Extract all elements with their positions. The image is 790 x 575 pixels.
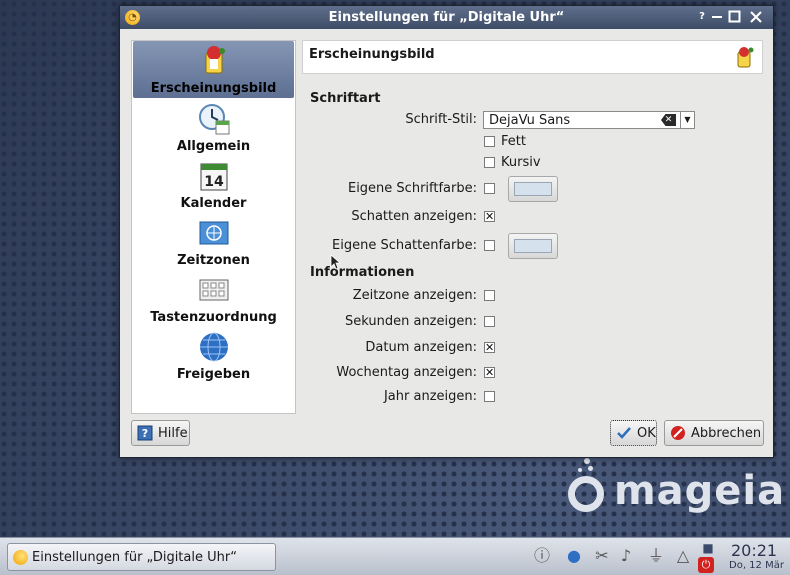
italic-checkbox[interactable] (484, 157, 495, 168)
sidebar-label: Kalender (180, 196, 247, 211)
clock-date[interactable]: Do, 12 Mär (729, 560, 784, 571)
sidebar-label: Tastenzuordnung (150, 310, 277, 325)
info-section-title: Informationen (310, 265, 415, 280)
help-title-button[interactable]: ? (694, 9, 710, 25)
sidebar-label: Freigeben (176, 367, 251, 382)
cancel-button[interactable]: Abbrechen (664, 420, 764, 446)
cancel-icon (671, 426, 685, 440)
maximize-icon (728, 10, 741, 23)
appearance-icon (205, 46, 225, 74)
font-color-swatch (514, 182, 552, 196)
font-section-title: Schriftart (310, 91, 381, 106)
show-seconds-label: Sekunden anzeigen: (345, 314, 477, 329)
mageia-logo: mageia (566, 458, 784, 518)
checkmark-icon (617, 427, 631, 439)
font-style-select[interactable]: DejaVu Sans ✕ ▼ (483, 111, 695, 129)
show-shadow-checkbox[interactable]: ✕ (484, 211, 495, 222)
calendar-icon: 14 (200, 163, 227, 191)
un-globe-icon (199, 221, 228, 245)
shadow-color-button[interactable] (508, 233, 558, 259)
logo-cauldron (568, 476, 604, 512)
power-icon[interactable]: ⏻ (698, 557, 714, 573)
sidebar-item-shortcuts[interactable]: Tastenzuordnung (132, 270, 295, 327)
clock-time[interactable]: 20:21 (731, 541, 777, 560)
shadow-color-swatch (514, 239, 552, 253)
close-icon (750, 11, 762, 23)
show-timezone-checkbox[interactable] (484, 290, 495, 301)
taskbar: Einstellungen für „Digitale Uhr“ ⓘ ● ✂ ♪… (0, 537, 790, 575)
custom-font-color-checkbox[interactable] (484, 183, 495, 194)
show-year-checkbox[interactable] (484, 391, 495, 402)
show-shadow-label: Schatten anzeigen: (351, 209, 477, 224)
show-weekday-label: Wochentag anzeigen: (336, 365, 477, 380)
close-button[interactable] (748, 9, 764, 25)
sidebar-item-appearance[interactable]: Erscheinungsbild (133, 41, 294, 98)
cancel-button-label: Abbrechen (691, 426, 762, 441)
maximize-button[interactable] (727, 9, 743, 25)
taskbar-window-button[interactable]: Einstellungen für „Digitale Uhr“ (7, 543, 276, 571)
show-date-checkbox[interactable]: ✕ (484, 342, 495, 353)
page-title: Erscheinungsbild (309, 47, 435, 62)
ok-button-label: OK (637, 426, 656, 441)
info-icon[interactable]: ⓘ (532, 546, 552, 566)
window-title: Einstellungen für „Digitale Uhr“ (328, 10, 565, 25)
volume-icon[interactable]: ♪ (616, 546, 636, 566)
show-date-label: Datum anzeigen: (365, 340, 477, 355)
svg-text:?: ? (142, 427, 148, 440)
clock-calendar-icon (198, 104, 229, 135)
sidebar-label: Erscheinungsbild (150, 81, 277, 96)
svg-text:14: 14 (204, 174, 224, 190)
show-timezone-label: Zeitzone anzeigen: (352, 288, 477, 303)
custom-font-color-label: Eigene Schriftfarbe: (347, 181, 477, 196)
settings-dialog: ◔ Einstellungen für „Digitale Uhr“ ? Ers… (119, 5, 774, 458)
help-button[interactable]: ? Hilfe (131, 420, 190, 446)
help-icon: ? (137, 425, 153, 441)
sidebar-label: Zeitzonen (177, 253, 250, 268)
show-weekday-checkbox[interactable]: ✕ (484, 367, 495, 378)
minimize-button[interactable] (709, 9, 725, 25)
ok-button[interactable]: OK (610, 420, 657, 446)
keyboard-icon (199, 279, 228, 301)
italic-label: Kursiv (501, 155, 541, 170)
bold-checkbox[interactable] (484, 136, 495, 147)
bold-label: Fett (501, 134, 526, 149)
font-color-button[interactable] (508, 176, 558, 202)
page-header: Erscheinungsbild (302, 40, 763, 74)
title-bar[interactable]: ◔ Einstellungen für „Digitale Uhr“ ? (120, 6, 773, 29)
globe-icon (199, 332, 228, 362)
logo-text: mageia (614, 468, 786, 514)
sidebar-item-timezones[interactable]: Zeitzonen (132, 213, 295, 270)
show-year-label: Jahr anzeigen: (383, 389, 477, 404)
font-style-label: Schrift-Stil: (405, 112, 477, 127)
usb-icon[interactable]: ⏚ (646, 546, 666, 566)
sidebar-item-general[interactable]: Allgemein (132, 99, 295, 156)
update-warning-icon[interactable]: △ (673, 546, 693, 566)
font-style-value: DejaVu Sans (489, 113, 571, 128)
custom-shadow-color-label: Eigene Schattenfarbe: (332, 238, 477, 253)
clear-icon[interactable]: ✕ (661, 114, 676, 126)
mouse-cursor-icon (330, 254, 342, 270)
category-sidebar: Erscheinungsbild Allgemein 14 Kalender Z… (131, 40, 296, 414)
help-button-label: Hilfe (158, 426, 188, 441)
show-seconds-checkbox[interactable] (484, 316, 495, 327)
appearance-icon (737, 47, 754, 68)
scissors-icon[interactable]: ✂ (592, 546, 612, 566)
chevron-down-icon[interactable]: ▼ (680, 112, 694, 128)
sidebar-item-share[interactable]: Freigeben (132, 327, 295, 384)
sidebar-item-calendar[interactable]: 14 Kalender (132, 156, 295, 213)
minimize-icon (712, 16, 722, 18)
sidebar-label: Allgemein (176, 139, 251, 154)
network-globe-icon[interactable]: ● (564, 546, 584, 566)
taskbar-window-label: Einstellungen für „Digitale Uhr“ (32, 550, 237, 565)
clock-app-icon (13, 550, 28, 565)
custom-shadow-color-checkbox[interactable] (484, 240, 495, 251)
lock-icon[interactable]: ■ (698, 541, 718, 555)
